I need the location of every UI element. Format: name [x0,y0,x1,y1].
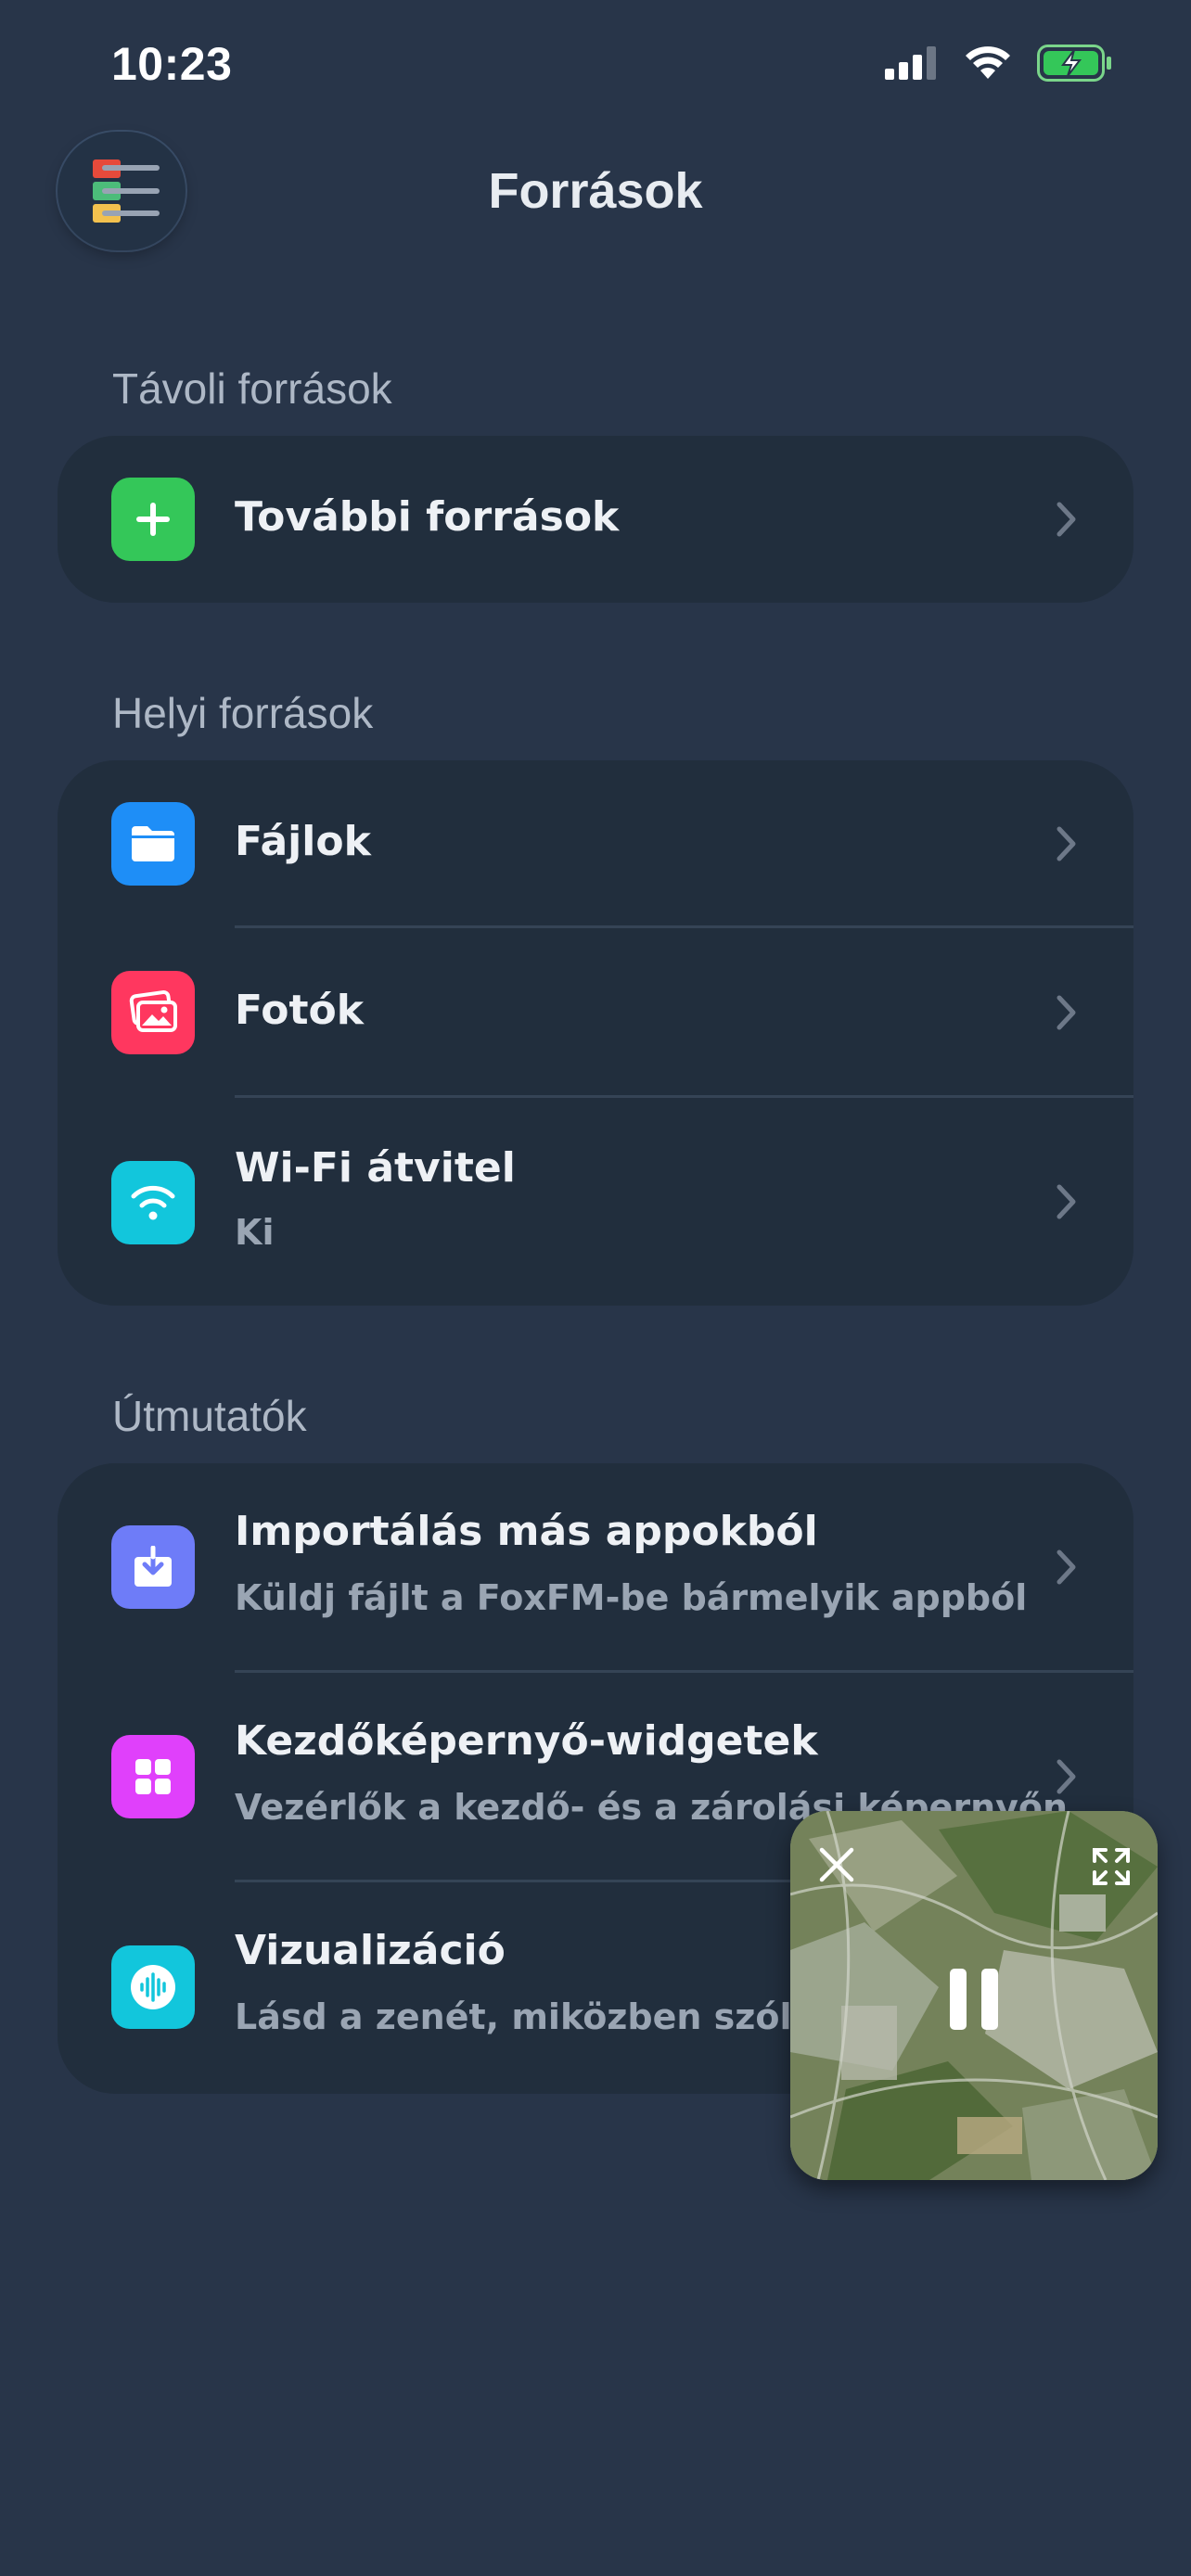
status-time: 10:23 [111,38,233,90]
page-title: Források [488,163,703,219]
wifi-status-icon [966,46,1010,79]
cellular-signal-icon [885,46,936,80]
folder-icon [111,802,195,886]
chevron-right-icon [1057,1184,1076,1219]
list-item-label: Fotók [235,987,365,1034]
chevron-right-icon [1057,1549,1076,1585]
list-item-label: Wi-Fi átvitel [235,1144,516,1192]
list-item-label: Vizualizáció [235,1927,506,1974]
list-item-sublabel: Lásd a zenét, miközben szól — [235,1996,839,2037]
list-item-label: Kezdőképernyő-widgetek [235,1717,818,1765]
list-item-label: További források [235,493,620,541]
battery-icon [1037,45,1111,82]
widgets-icon [111,1735,195,1818]
expand-icon[interactable] [1091,1846,1132,1887]
close-icon[interactable] [818,1846,855,1883]
plus-icon [111,478,195,561]
photos-icon [111,971,195,1054]
chevron-right-icon [1057,502,1076,537]
section-title-guides: Útmutatók [112,1392,307,1440]
list-item-wifi-transfer[interactable]: Wi-Fi átvitel Ki [58,1098,1133,1306]
remote-sources-card: További források [58,436,1133,603]
list-item-files[interactable]: Fájlok [58,760,1133,927]
wifi-transfer-status: Ki [235,1212,275,1253]
list-item-sublabel: Küldj fájlt a FoxFM-be bármelyik appból [235,1577,1028,1618]
chevron-right-icon [1057,826,1076,861]
list-item-more-sources[interactable]: További források [58,436,1133,603]
list-item-photos[interactable]: Fotók [58,929,1133,1096]
list-item-label: Fájlok [235,818,371,865]
chevron-right-icon [1057,1759,1076,1794]
waveform-icon [111,1945,195,2029]
list-item-import[interactable]: Importálás más appokból Küldj fájlt a Fo… [58,1463,1133,1671]
chevron-right-icon [1057,995,1076,1030]
section-title-remote: Távoli források [112,364,392,413]
wifi-icon [111,1161,195,1244]
section-title-local: Helyi források [112,689,374,737]
local-sources-card: Fájlok Fotók Wi-Fi átvitel Ki [58,760,1133,1306]
divider [235,925,1133,928]
status-icons [885,45,1113,82]
pause-icon[interactable] [946,1967,1002,2032]
list-item-label: Importálás más appokból [235,1508,818,1555]
pip-video-player[interactable] [790,1811,1158,2180]
import-icon [111,1525,195,1609]
